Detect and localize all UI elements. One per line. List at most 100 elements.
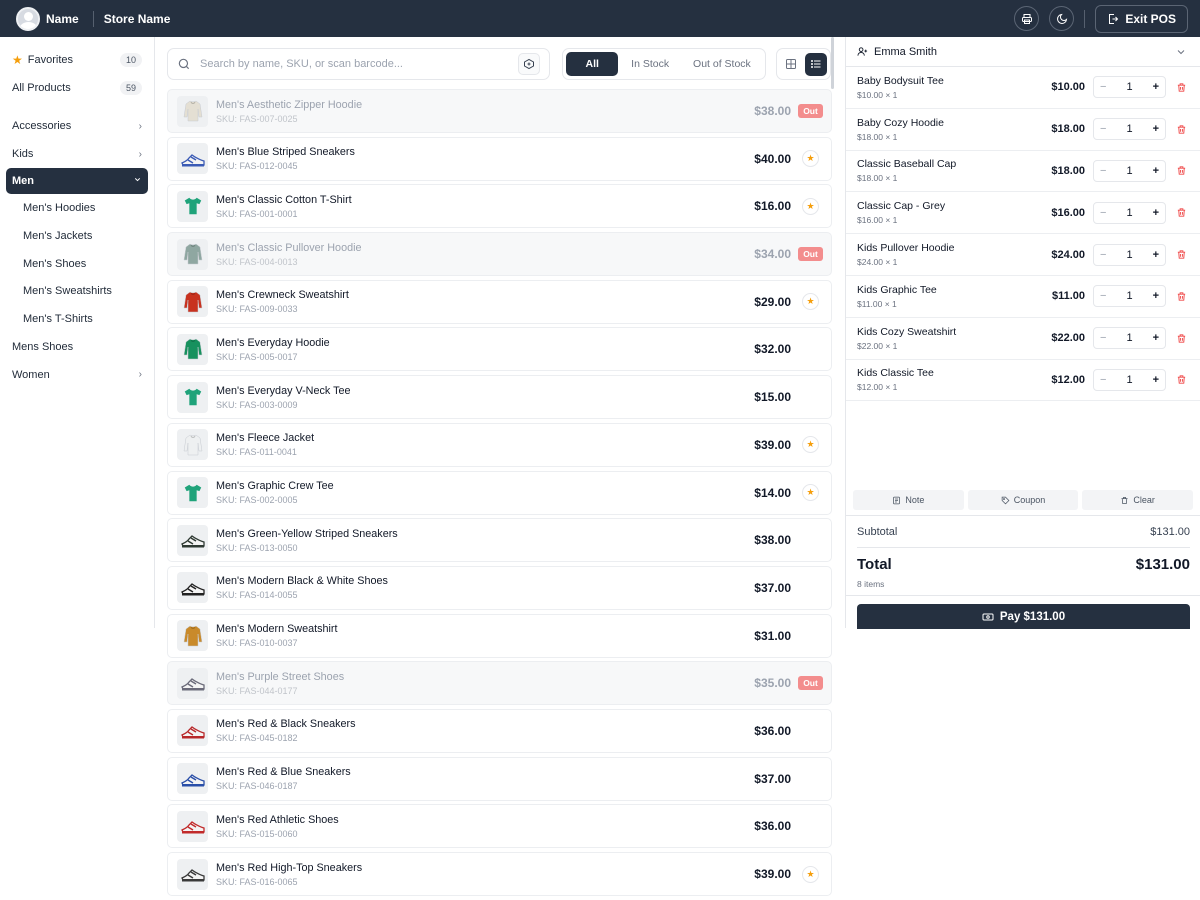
quantity-stepper: − 1 + [1093, 76, 1166, 99]
product-row[interactable]: Men's Blue Striped Sneakers SKU: FAS-012-… [167, 136, 832, 181]
sidebar-item-men[interactable]: Men [6, 168, 148, 195]
favorite-star-icon[interactable]: ★ [802, 484, 819, 501]
remove-item-button[interactable] [1176, 374, 1187, 385]
status-slot: Out [798, 676, 823, 691]
remove-item-button[interactable] [1176, 291, 1187, 302]
increase-quantity-button[interactable]: + [1153, 165, 1159, 177]
theme-toggle-button[interactable] [1049, 6, 1075, 31]
customer-selector[interactable]: Emma Smith [846, 37, 1200, 67]
increase-quantity-button[interactable]: + [1153, 207, 1159, 219]
decrease-quantity-button[interactable]: − [1100, 165, 1106, 177]
decrease-quantity-button[interactable]: − [1100, 290, 1106, 302]
moon-icon [1056, 13, 1067, 24]
increase-quantity-button[interactable]: + [1153, 374, 1159, 386]
quantity-value[interactable]: 1 [1126, 165, 1132, 177]
product-thumbnail [177, 333, 208, 365]
scrollbar[interactable] [831, 37, 834, 89]
search-input[interactable]: Search by name, SKU, or scan barcode... [200, 58, 403, 70]
sidebar-item-favorites[interactable]: ★ Favorites 10 [0, 46, 154, 74]
favorite-star-icon[interactable]: ★ [802, 865, 819, 883]
product-row[interactable]: Men's Everyday V-Neck Tee SKU: FAS-003-00… [167, 375, 832, 420]
remove-item-button[interactable] [1176, 124, 1187, 135]
note-button[interactable]: Note [853, 490, 964, 510]
product-price: $16.00 [754, 199, 791, 214]
decrease-quantity-button[interactable]: − [1100, 123, 1106, 135]
product-meta: $34.00 Out [754, 247, 823, 262]
quantity-value[interactable]: 1 [1126, 332, 1132, 344]
sidebar-item-women[interactable]: Women › [0, 361, 154, 389]
product-row[interactable]: Men's Red High-Top Sneakers SKU: FAS-016-… [167, 852, 832, 896]
sidebar-item-all-products[interactable]: All Products 59 [0, 74, 154, 102]
filter-out-of-stock[interactable]: Out of Stock [682, 52, 762, 76]
print-button[interactable] [1014, 6, 1040, 31]
sidebar-item-kids[interactable]: Kids › [0, 140, 154, 168]
product-info: Men's Purple Street Shoes SKU: FAS-044-01… [216, 671, 344, 696]
product-row[interactable]: Men's Modern Sweatshirt SKU: FAS-010-0037… [167, 613, 832, 658]
sidebar-subitem-mens-t-shirts[interactable]: Men's T-Shirts [0, 305, 154, 333]
increase-quantity-button[interactable]: + [1153, 81, 1159, 93]
product-price: $38.00 [754, 104, 791, 118]
favorite-star-icon[interactable]: ★ [802, 436, 819, 454]
grid-view-button[interactable] [780, 53, 802, 76]
cart-item-unit-price: $11.00 × 1 [857, 298, 897, 309]
product-row[interactable]: Men's Crewneck Sweatshirt SKU: FAS-009-00… [167, 279, 832, 324]
filter-all[interactable]: All [566, 52, 619, 76]
favorite-star-icon[interactable]: ★ [802, 150, 819, 168]
remove-item-button[interactable] [1176, 249, 1187, 260]
decrease-quantity-button[interactable]: − [1100, 81, 1106, 93]
product-meta: $38.00 Out [754, 104, 823, 118]
product-row[interactable]: Men's Classic Cotton T-Shirt SKU: FAS-001… [167, 184, 832, 229]
product-row[interactable]: Men's Green-Yellow Striped Sneakers SKU: … [167, 518, 832, 563]
product-row[interactable]: Men's Fleece Jacket SKU: FAS-011-0041 $39.… [167, 422, 832, 467]
cart-item-name: Kids Pullover Hoodie [857, 242, 955, 255]
increase-quantity-button[interactable]: + [1153, 332, 1159, 344]
sidebar-subitem-mens-hoodies[interactable]: Men's Hoodies [0, 194, 154, 222]
product-row[interactable]: Men's Purple Street Shoes SKU: FAS-044-01… [167, 661, 832, 706]
remove-item-button[interactable] [1176, 333, 1187, 344]
exit-pos-button[interactable]: Exit POS [1095, 4, 1188, 33]
quantity-value[interactable]: 1 [1126, 249, 1132, 261]
quantity-value[interactable]: 1 [1126, 207, 1132, 219]
cart-item-info: Kids Cozy Sweatshirt $22.00 × 1 [857, 326, 956, 351]
sidebar-subitem-mens-sweatshirts[interactable]: Men's Sweatshirts [0, 278, 154, 306]
scan-barcode-button[interactable] [518, 53, 540, 75]
product-row[interactable]: Men's Red & Blue Sneakers SKU: FAS-046-01… [167, 756, 832, 801]
product-row[interactable]: Men's Aesthetic Zipper Hoodie SKU: FAS-00… [167, 89, 832, 133]
pay-button[interactable]: Pay $131.00 [857, 604, 1190, 629]
sidebar-subitem-mens-jackets[interactable]: Men's Jackets [0, 222, 154, 250]
product-row[interactable]: Men's Everyday Hoodie SKU: FAS-005-0017 $3… [167, 327, 832, 372]
user-avatar[interactable] [16, 6, 40, 31]
remove-item-button[interactable] [1176, 207, 1187, 218]
favorite-star-icon[interactable]: ★ [802, 197, 819, 215]
quantity-value[interactable]: 1 [1126, 81, 1132, 93]
filter-in-stock[interactable]: In Stock [618, 52, 681, 76]
remove-item-button[interactable] [1176, 82, 1187, 93]
decrease-quantity-button[interactable]: − [1100, 332, 1106, 344]
increase-quantity-button[interactable]: + [1153, 123, 1159, 135]
note-label: Note [905, 495, 925, 505]
sidebar-subitem-mens-shoes[interactable]: Men's Shoes [0, 250, 154, 278]
decrease-quantity-button[interactable]: − [1100, 249, 1106, 261]
remove-item-button[interactable] [1176, 165, 1187, 176]
coupon-button[interactable]: Coupon [967, 490, 1079, 510]
decrease-quantity-button[interactable]: − [1100, 207, 1106, 219]
sidebar-item-mens-shoes[interactable]: Mens Shoes [0, 333, 154, 361]
product-name: Men's Crewneck Sweatshirt [216, 289, 349, 302]
favorite-star-icon[interactable]: ★ [802, 293, 819, 311]
quantity-value[interactable]: 1 [1126, 290, 1132, 302]
product-row[interactable]: Men's Modern Black & White Shoes SKU: FAS… [167, 565, 832, 610]
product-search[interactable]: Search by name, SKU, or scan barcode... [167, 48, 550, 80]
product-row[interactable]: Men's Red Athletic Shoes SKU: FAS-015-006… [167, 804, 832, 849]
cart-item-price: $18.00 [1051, 123, 1085, 136]
sidebar-item-accessories[interactable]: Accessories › [0, 113, 154, 141]
increase-quantity-button[interactable]: + [1153, 249, 1159, 261]
increase-quantity-button[interactable]: + [1153, 290, 1159, 302]
product-row[interactable]: Men's Classic Pullover Hoodie SKU: FAS-00… [167, 232, 832, 277]
product-row[interactable]: Men's Red & Black Sneakers SKU: FAS-045-0… [167, 708, 832, 753]
decrease-quantity-button[interactable]: − [1100, 374, 1106, 386]
quantity-value[interactable]: 1 [1126, 374, 1132, 386]
clear-cart-button[interactable]: Clear [1082, 490, 1194, 510]
product-row[interactable]: Men's Graphic Crew Tee SKU: FAS-002-0005 $… [167, 470, 832, 515]
list-view-button[interactable] [805, 52, 827, 76]
quantity-value[interactable]: 1 [1126, 123, 1132, 135]
